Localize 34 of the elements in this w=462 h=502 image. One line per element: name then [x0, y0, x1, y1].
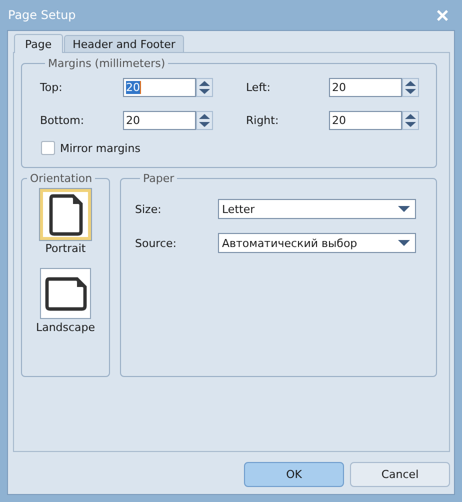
- field-label: Top:: [40, 81, 64, 94]
- dropdown-arrow-icon: [398, 240, 410, 246]
- dialog-button[interactable]: Cancel: [350, 462, 450, 487]
- field-label: Size:: [135, 202, 162, 216]
- window-title: Page Setup: [8, 8, 76, 22]
- field-label: Left:: [246, 81, 272, 94]
- spinner-icon[interactable]: [402, 111, 419, 130]
- number-field[interactable]: 20: [123, 111, 196, 130]
- field-label: Bottom:: [40, 114, 86, 127]
- portrait-page-icon: [48, 194, 82, 236]
- orientation-button[interactable]: [40, 189, 91, 240]
- dropdown[interactable]: Letter: [218, 199, 416, 219]
- checkbox[interactable]: [41, 141, 55, 155]
- spinner-icon[interactable]: [196, 78, 213, 97]
- group-title: Paper: [142, 172, 176, 185]
- tab[interactable]: Page: [14, 34, 63, 53]
- group-title: Orientation: [29, 172, 94, 185]
- group-title: Margins (millimeters): [47, 57, 166, 70]
- orientation-label: Landscape: [36, 321, 96, 334]
- number-field[interactable]: 20: [329, 111, 402, 130]
- tab[interactable]: Header and Footer: [64, 35, 184, 52]
- spinner-icon[interactable]: [196, 111, 213, 130]
- number-field[interactable]: 20: [329, 78, 402, 97]
- dialog-button[interactable]: OK: [244, 462, 344, 487]
- orientation-button[interactable]: [40, 268, 91, 319]
- orientation-label: Portrait: [45, 242, 86, 255]
- field-label: Right:: [246, 114, 280, 127]
- checkbox-label: Mirror margins: [60, 142, 140, 154]
- landscape-page-icon: [44, 276, 86, 310]
- field-label: Source:: [135, 236, 178, 250]
- spinner-icon[interactable]: [402, 78, 419, 97]
- dropdown[interactable]: Автоматический выбор: [218, 233, 416, 253]
- dropdown-arrow-icon: [398, 206, 410, 212]
- number-field[interactable]: 20: [123, 78, 196, 97]
